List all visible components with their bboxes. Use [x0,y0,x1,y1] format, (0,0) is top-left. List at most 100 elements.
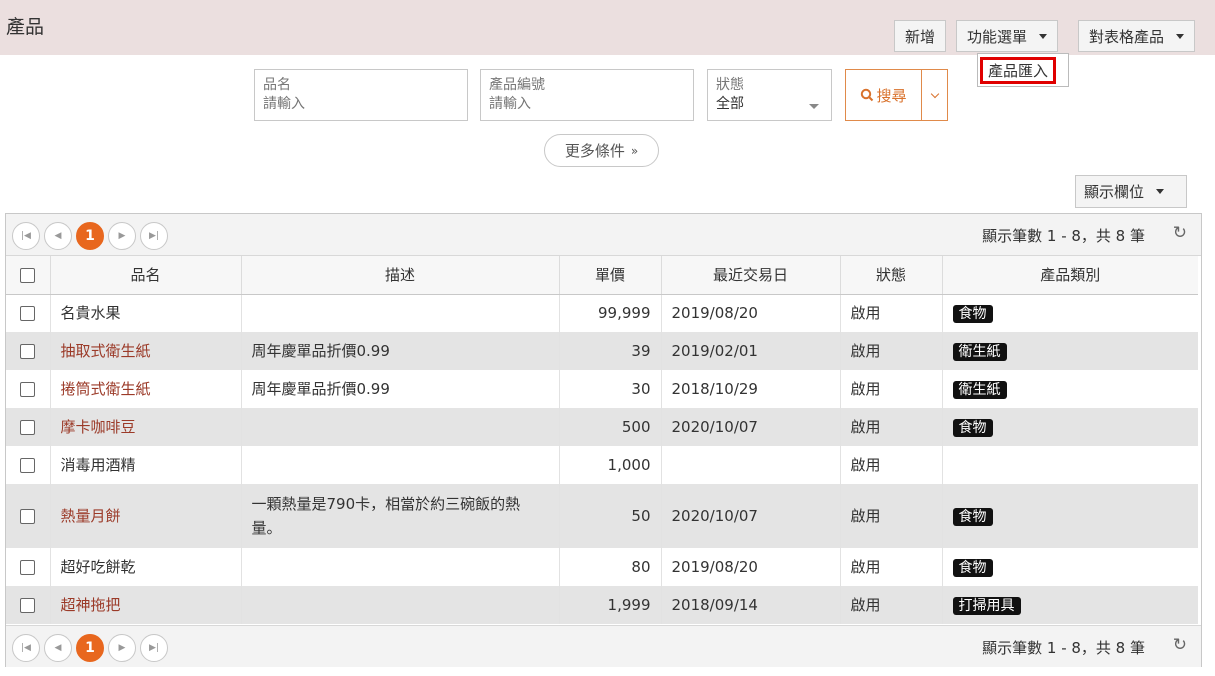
chevron-down-icon [930,89,939,98]
next-page-icon[interactable]: ▶ [108,222,136,250]
status-value: 全部 [716,96,744,112]
row-checkbox[interactable] [20,344,36,359]
row-checkbox[interactable] [20,458,36,473]
table-row[interactable]: 名貴水果 99,999 2019/08/20 啟用 食物 [6,294,1198,332]
header-category[interactable]: 產品類別 [942,256,1198,295]
more-conditions-button[interactable]: 更多條件 » [544,134,659,167]
caret-down-icon [1176,33,1185,39]
caret-down-icon [809,104,819,109]
row-checkbox-cell [6,294,51,332]
refresh-icon[interactable]: ↻ [1173,635,1187,655]
page-title: 產品 [6,16,45,38]
code-search-field[interactable]: 產品編號 [480,69,694,121]
search-button[interactable]: 搜尋 [845,69,922,121]
category-cell: 衛生紙 [942,332,1198,370]
prev-page-icon[interactable]: ◀ [44,222,72,250]
pager-info: 顯示筆數 1 - 8，共 8 筆 [982,227,1145,245]
header-description[interactable]: 描述 [241,256,560,295]
row-checkbox-cell [6,548,51,586]
table-row[interactable]: 摩卡咖啡豆 500 2020/10/07 啟用 食物 [6,408,1198,446]
row-checkbox-cell [6,332,51,370]
last-page-icon[interactable]: ▶| [140,222,168,250]
header-price[interactable]: 單價 [559,256,662,295]
row-checkbox-cell [6,446,51,484]
product-name[interactable]: 捲筒式衛生紙 [50,370,242,408]
product-status: 啟用 [840,548,943,586]
category-tag: 打掃用具 [952,597,1021,615]
product-description: 一顆熱量是790卡，相當於約三碗飯的熱量。 [241,484,560,548]
search-button-label: 搜尋 [876,86,907,105]
caret-down-icon [1039,33,1048,39]
pager-info: 顯示筆數 1 - 8，共 8 筆 [982,639,1145,657]
product-grid: |◀ ◀ 1 ▶ ▶| 顯示筆數 1 - 8，共 8 筆 ↻ 品名 描述 單價 … [5,213,1202,667]
product-price: 1,000 [559,446,662,484]
menu-item-product-import[interactable]: 產品匯入 [980,57,1057,84]
header-last-trade-date[interactable]: 最近交易日 [661,256,841,295]
product-last-trade-date: 2020/10/07 [661,408,841,446]
table-row[interactable]: 消毒用酒精 1,000 啟用 [6,446,1198,484]
prev-page-icon[interactable]: ◀ [44,634,72,662]
table-row[interactable]: 抽取式衛生紙 周年慶單品折價0.99 39 2019/02/01 啟用 衛生紙 [6,332,1198,370]
table-row[interactable]: 捲筒式衛生紙 周年慶單品折價0.99 30 2018/10/29 啟用 衛生紙 [6,370,1198,408]
product-last-trade-date: 2018/10/29 [661,370,841,408]
row-checkbox[interactable] [20,306,36,322]
category-cell: 衛生紙 [942,370,1198,408]
code-field-label: 產品編號 [489,77,545,93]
name-input[interactable] [263,94,459,114]
product-description [241,408,560,446]
product-status: 啟用 [840,408,943,446]
row-checkbox[interactable] [20,382,36,397]
product-name[interactable]: 抽取式衛生紙 [50,332,242,370]
category-tag: 衛生紙 [952,343,1007,361]
row-checkbox[interactable] [20,509,36,524]
product-description [241,446,560,484]
display-columns-button[interactable]: 顯示欄位 [1075,175,1187,208]
select-all-checkbox[interactable] [20,267,36,283]
product-price: 80 [559,548,662,586]
table-row[interactable]: 熱量月餅 一顆熱量是790卡，相當於約三碗飯的熱量。 50 2020/10/07… [6,484,1198,548]
category-cell: 打掃用具 [942,586,1198,624]
table-row[interactable]: 超神拖把 1,999 2018/09/14 啟用 打掃用具 [6,586,1198,624]
product-last-trade-date [661,446,841,484]
next-page-icon[interactable]: ▶ [108,634,136,662]
product-status: 啟用 [840,294,943,332]
table-row[interactable]: 超好吃餅乾 80 2019/08/20 啟用 食物 [6,548,1198,586]
refresh-icon[interactable]: ↻ [1173,223,1187,243]
header-name[interactable]: 品名 [50,256,242,295]
product-name[interactable]: 名貴水果 [50,294,242,332]
name-search-field[interactable]: 品名 [254,69,468,121]
caret-down-icon [1156,189,1165,194]
first-page-icon[interactable]: |◀ [12,634,40,662]
category-cell [942,446,1198,484]
name-field-label: 品名 [263,77,291,93]
row-checkbox[interactable] [20,560,36,575]
product-name[interactable]: 熱量月餅 [50,484,242,548]
category-tag: 食物 [952,559,993,577]
status-select[interactable]: 狀態 全部 [707,69,832,121]
product-description [241,294,560,332]
row-checkbox[interactable] [20,420,36,435]
product-name[interactable]: 超神拖把 [50,586,242,624]
first-page-icon[interactable]: |◀ [12,222,40,250]
function-menu-button[interactable]: 功能選單 [956,20,1059,52]
page-header: 產品 新增 功能選單 對表格產品 [0,0,1215,55]
product-status: 啟用 [840,586,943,624]
header-status[interactable]: 狀態 [840,256,943,295]
table-header-row: 品名 描述 單價 最近交易日 狀態 產品類別 [6,256,1198,295]
double-chevron-down-icon: » [630,143,639,158]
last-page-icon[interactable]: ▶| [140,634,168,662]
current-page-button[interactable]: 1 [76,634,104,662]
pager-top: |◀ ◀ 1 ▶ ▶| 顯示筆數 1 - 8，共 8 筆 ↻ [6,214,1201,256]
product-status: 啟用 [840,446,943,484]
current-page-button[interactable]: 1 [76,222,104,250]
table-products-button[interactable]: 對表格產品 [1078,20,1196,52]
add-button[interactable]: 新增 [894,20,947,52]
product-name[interactable]: 超好吃餅乾 [50,548,242,586]
product-name[interactable]: 消毒用酒精 [50,446,242,484]
row-checkbox[interactable] [20,598,36,613]
search-options-toggle[interactable] [921,69,948,121]
product-name[interactable]: 摩卡咖啡豆 [50,408,242,446]
row-checkbox-cell [6,586,51,624]
function-dropdown-menu: 產品匯入 [977,53,1069,87]
code-input[interactable] [489,94,685,114]
